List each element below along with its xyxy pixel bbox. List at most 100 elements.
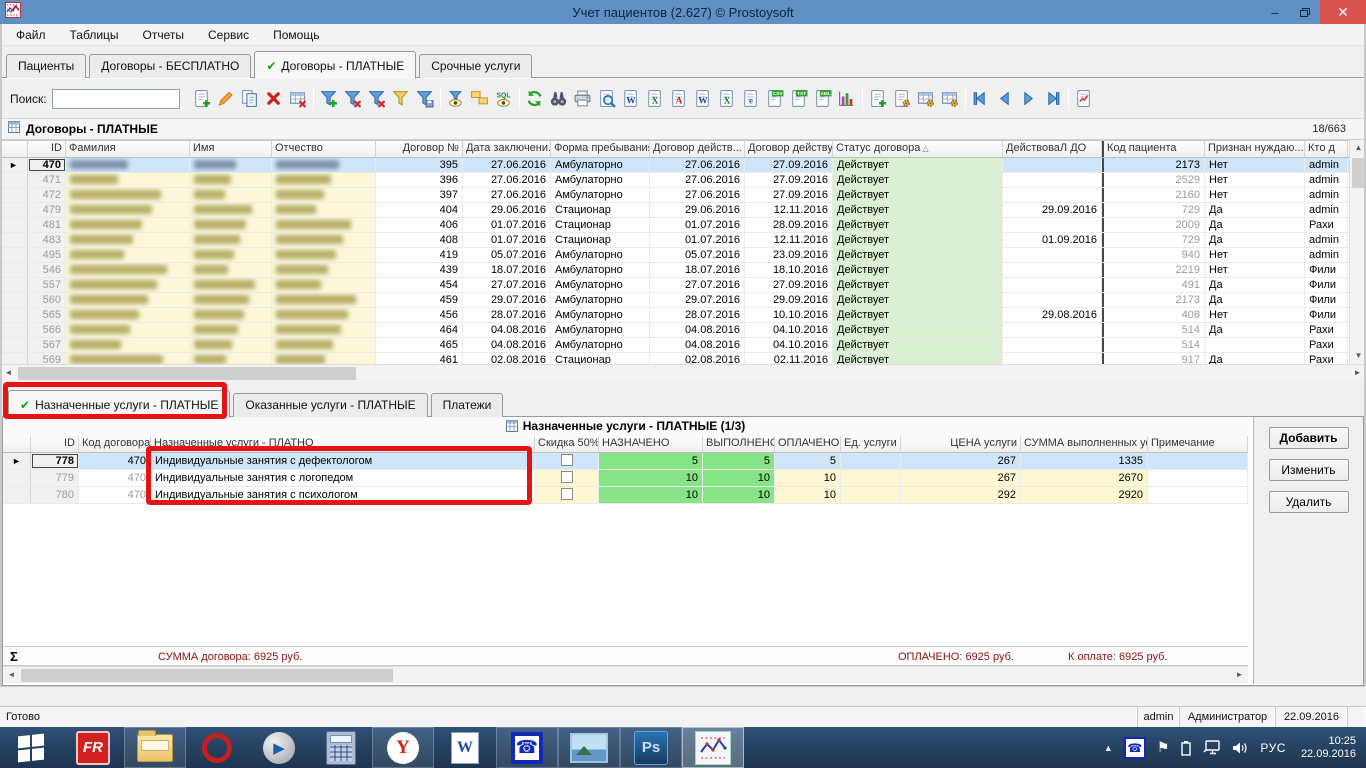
contracts-horizontal-scrollbar[interactable]: ◄ ► <box>0 364 1366 381</box>
cell-status[interactable]: Действует <box>833 308 1003 322</box>
cell-valid_to[interactable]: 27.09.2016 <box>745 188 833 202</box>
filter-edit-icon[interactable] <box>389 87 413 111</box>
row-selector[interactable] <box>0 308 28 322</box>
cell-id[interactable]: 567 <box>28 338 66 352</box>
cell-id[interactable]: 778 <box>31 453 79 469</box>
col-header-last_name[interactable]: Фамилия <box>66 141 190 157</box>
cell-needy[interactable]: Нет <box>1205 188 1305 202</box>
word-doc-icon[interactable]: W <box>619 87 643 111</box>
cell-middle_name[interactable] <box>272 248 376 262</box>
cell-patient_code[interactable]: 2173 <box>1102 158 1205 172</box>
table-row[interactable]: 47239727.06.2016Амбулаторно27.06.201627.… <box>0 188 1349 203</box>
cell-patient_code[interactable]: 514 <box>1102 338 1205 352</box>
cell-status[interactable]: Действует <box>833 323 1003 337</box>
cell-middle_name[interactable] <box>272 158 376 172</box>
cell-middle_name[interactable] <box>272 263 376 277</box>
cell-stay_form[interactable]: Амбулаторно <box>551 248 650 262</box>
cell-id[interactable]: 560 <box>28 293 66 307</box>
cell-needy[interactable]: Нет <box>1205 158 1305 172</box>
cell-acted_until[interactable] <box>1003 173 1102 187</box>
cell-done[interactable]: 5 <box>703 453 775 469</box>
cell-middle_name[interactable] <box>272 323 376 337</box>
cell-date_signed[interactable]: 29.06.2016 <box>463 203 551 217</box>
cell-middle_name[interactable] <box>272 278 376 292</box>
export-html-icon[interactable]: e <box>739 87 763 111</box>
row-selector[interactable] <box>0 278 28 292</box>
col-header-done[interactable]: ВЫПОЛНЕНО <box>703 436 775 452</box>
cell-status[interactable]: Действует <box>833 338 1003 352</box>
edit-record-icon[interactable] <box>214 87 238 111</box>
cell-who[interactable]: admin <box>1305 188 1348 202</box>
cell-acted_until[interactable]: 29.09.2016 <box>1003 203 1102 217</box>
cell-id[interactable]: 472 <box>28 188 66 202</box>
cell-middle_name[interactable] <box>272 188 376 202</box>
cell-unit[interactable] <box>841 453 901 469</box>
cell-discount[interactable] <box>535 470 599 486</box>
cell-last_name[interactable] <box>66 323 190 337</box>
services-horizontal-scrollbar[interactable]: ◄ ► <box>3 666 1248 683</box>
row-selector[interactable] <box>0 338 28 352</box>
cell-stay_form[interactable]: Амбулаторно <box>551 263 650 277</box>
table-row[interactable]: 47139627.06.2016Амбулаторно27.06.201627.… <box>0 173 1349 188</box>
cell-valid_from[interactable]: 18.07.2016 <box>650 263 745 277</box>
scrollbar-thumb[interactable] <box>21 669 393 682</box>
cell-last_name[interactable] <box>66 218 190 232</box>
excel-doc-icon[interactable]: X <box>643 87 667 111</box>
cell-acted_until[interactable] <box>1003 158 1102 172</box>
cell-contract_no[interactable]: 456 <box>376 308 463 322</box>
col-header-contract_no[interactable]: Договор № <box>376 141 463 157</box>
col-header-needy[interactable]: Признан нуждаю... <box>1205 141 1305 157</box>
row-selector[interactable] <box>0 218 28 232</box>
cell-valid_to[interactable]: 18.10.2016 <box>745 263 833 277</box>
cell-middle_name[interactable] <box>272 293 376 307</box>
tray-flag-icon[interactable]: ⚑ <box>1157 739 1170 756</box>
cell-done[interactable]: 10 <box>703 487 775 503</box>
cell-needy[interactable]: Да <box>1205 218 1305 232</box>
cell-stay_form[interactable]: Амбулаторно <box>551 158 650 172</box>
row-selector[interactable] <box>0 233 28 247</box>
row-selector[interactable] <box>3 470 31 486</box>
refresh-icon[interactable] <box>523 87 547 111</box>
tray-phone-icon[interactable]: ☎ <box>1124 737 1146 759</box>
cell-stay_form[interactable]: Амбулаторно <box>551 293 650 307</box>
cell-valid_to[interactable]: 27.09.2016 <box>745 158 833 172</box>
prostoysoft-icon[interactable] <box>682 727 744 768</box>
battery-icon[interactable] <box>1180 740 1192 756</box>
cell-middle_name[interactable] <box>272 338 376 352</box>
cell-contract_no[interactable]: 439 <box>376 263 463 277</box>
cell-acted_until[interactable]: 29.08.2016 <box>1003 308 1102 322</box>
table-row[interactable]: 56545628.07.2016Амбулаторно28.07.201610.… <box>0 308 1349 323</box>
cell-stay_form[interactable]: Амбулаторно <box>551 323 650 337</box>
media-player-icon[interactable]: ▶ <box>248 727 310 768</box>
cell-price[interactable]: 267 <box>901 470 1021 486</box>
table-row[interactable]: ►47039527.06.2016Амбулаторно27.06.201627… <box>0 158 1349 173</box>
cell-stay_form[interactable]: Стационар <box>551 218 650 232</box>
search-input[interactable] <box>52 89 180 109</box>
cell-last_name[interactable] <box>66 173 190 187</box>
cell-middle_name[interactable] <box>272 233 376 247</box>
cell-sum[interactable]: 1335 <box>1021 453 1148 469</box>
col-header-note[interactable]: Примечание <box>1148 436 1248 452</box>
col-header-price[interactable]: ЦЕНА услуги <box>901 436 1021 452</box>
cell-unit[interactable] <box>841 470 901 486</box>
cell-price[interactable]: 267 <box>901 453 1021 469</box>
cell-last_name[interactable] <box>66 278 190 292</box>
cell-last_name[interactable] <box>66 263 190 277</box>
cell-valid_from[interactable]: 27.06.2016 <box>650 188 745 202</box>
chart-icon[interactable] <box>835 87 859 111</box>
cell-stay_form[interactable]: Амбулаторно <box>551 173 650 187</box>
row-selector[interactable] <box>0 293 28 307</box>
delete-table-icon[interactable] <box>286 87 310 111</box>
cell-valid_to[interactable]: 28.09.2016 <box>745 218 833 232</box>
cell-middle_name[interactable] <box>272 173 376 187</box>
row-selector[interactable]: ► <box>0 158 28 172</box>
cell-note[interactable] <box>1148 487 1248 503</box>
table-columns-icon[interactable] <box>938 87 962 111</box>
cell-date_signed[interactable]: 27.07.2016 <box>463 278 551 292</box>
cell-valid_from[interactable]: 27.06.2016 <box>650 158 745 172</box>
cell-contract_code[interactable]: 470 <box>79 470 151 486</box>
cell-unit[interactable] <box>841 487 901 503</box>
cell-id[interactable]: 780 <box>31 487 79 503</box>
cell-last_name[interactable] <box>66 203 190 217</box>
cell-status[interactable]: Действует <box>833 203 1003 217</box>
